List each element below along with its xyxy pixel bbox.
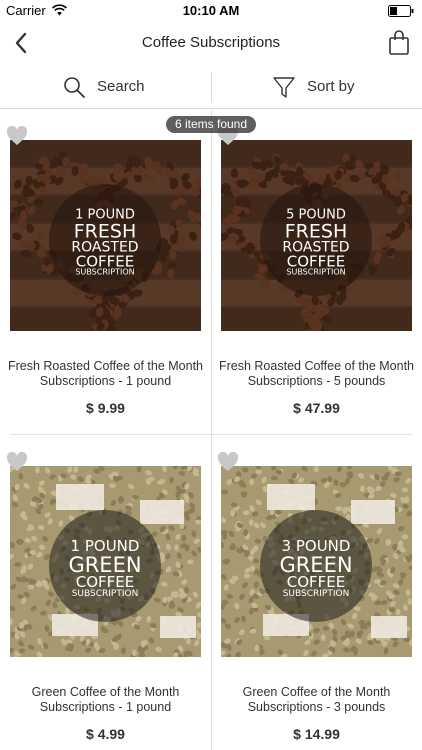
product-price: $ 4.99 [86,726,125,742]
product-price: $ 14.99 [293,726,340,742]
product-name: Fresh Roasted Coffee of the Month Subscr… [218,359,415,388]
product-image: 5 POUND FRESH ROASTED COFFEE SUBSCRIPTION [221,140,412,331]
product-name: Green Coffee of the Month Subscriptions … [242,685,391,714]
product-image-text: SUBSCRIPTION [72,589,139,599]
search-label: Search [97,78,145,95]
page-title: Coffee Subscriptions [141,34,281,51]
nav-bar: Coffee Subscriptions [0,22,422,64]
sort-label: Sort by [307,78,355,95]
search-icon [64,77,85,98]
product-photo: 3 POUNDGREENCOFFEESUBSCRIPTION [221,466,412,657]
heart-icon[interactable] [6,126,28,146]
product-image: 1 POUND FRESH ROASTED COFFEE SUBSCRIPTION [10,140,201,331]
product-price: $ 47.99 [293,400,340,416]
product-image: 3 POUND GREEN COFFEE SUBSCRIPTION [221,466,412,657]
product-photo: 1 POUNDGREENCOFFEESUBSCRIPTION [10,466,201,657]
search-button[interactable]: Search [0,64,211,109]
product-card[interactable]: 1 POUND GREEN COFFEE SUBSCRIPTION Green Cof… [0,436,211,750]
product-price: $ 9.99 [86,400,125,416]
product-photo: 5 POUNDFRESHROASTEDCOFFEESUBSCRIPTION [221,140,412,331]
product-image: 1 POUND GREEN COFFEE SUBSCRIPTION [10,466,201,657]
product-image-text: SUBSCRIPTION [283,589,350,599]
status-time: 10:10 AM [182,3,240,18]
product-card[interactable]: 1 POUND FRESH ROASTED COFFEE SUBSCRIPTION Fr… [0,110,211,435]
cart-button[interactable] [388,30,410,56]
heart-icon[interactable] [6,452,28,472]
product-card[interactable]: 5 POUND FRESH ROASTED COFFEE SUBSCRIPTION Fr… [211,110,422,435]
items-found-badge: 6 items found [166,116,256,133]
heart-icon[interactable] [217,452,239,472]
status-bar: Carrier 10:10 AM [0,0,422,22]
product-image-text: SUBSCRIPTION [286,268,345,277]
product-card[interactable]: 3 POUND GREEN COFFEE SUBSCRIPTION Green Cof… [211,436,422,750]
product-photo: 1 POUNDFRESHROASTEDCOFFEESUBSCRIPTION [10,140,201,331]
product-image-text: SUBSCRIPTION [75,268,134,277]
product-name: Fresh Roasted Coffee of the Month Subscr… [7,359,204,388]
battery-icon [388,5,414,17]
product-name: Green Coffee of the Month Subscriptions … [31,685,180,714]
funnel-icon [273,77,295,98]
filter-bar: Search Sort by [0,64,422,109]
sort-button[interactable]: Sort by [211,64,422,109]
shopping-bag-icon [389,30,409,55]
